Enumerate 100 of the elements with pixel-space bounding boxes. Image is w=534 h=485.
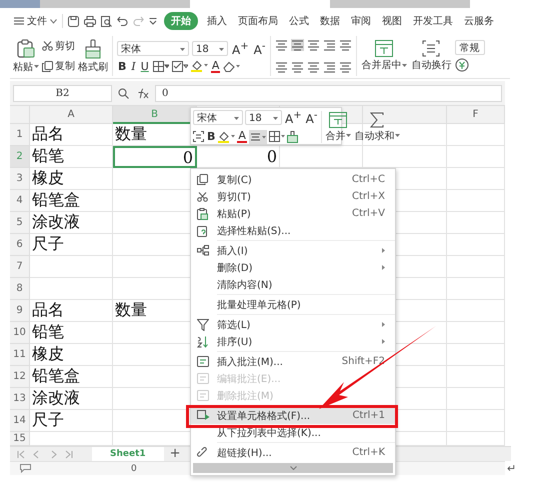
print-preview-icon[interactable]	[101, 16, 112, 26]
formula-input[interactable]: 0	[155, 84, 502, 102]
table-cell[interactable]: 铅笔	[30, 322, 113, 344]
table-cell[interactable]	[447, 234, 505, 256]
table-cell[interactable]	[447, 410, 505, 432]
align-icon[interactable]	[323, 61, 336, 73]
menu-item[interactable]: 插入(I)	[191, 242, 395, 259]
row-header[interactable]: 13	[10, 388, 30, 410]
table-cell[interactable]: 橡皮	[30, 344, 113, 366]
ribbon-tab[interactable]: 视图	[380, 12, 404, 30]
add-sheet-button[interactable]: +	[170, 448, 181, 460]
font-name-field[interactable]: 宋体	[193, 110, 243, 125]
row-header[interactable]: 7	[10, 256, 30, 278]
font-size-field[interactable]: 18	[245, 110, 282, 125]
menu-item[interactable]: 复制(C) Ctrl+C	[191, 171, 395, 188]
table-cell[interactable]	[30, 256, 113, 278]
row-header[interactable]: 8	[10, 278, 30, 300]
bold-button[interactable]: B	[117, 60, 128, 72]
menu-item[interactable]: 排序(U)	[191, 333, 395, 350]
table-cell[interactable]: 铅笔盒	[30, 190, 113, 212]
menu-item[interactable]: 从下拉列表中选择(K)...	[191, 424, 395, 441]
row-header[interactable]: 4	[10, 190, 30, 212]
bold-button[interactable]: B	[206, 130, 216, 143]
cut-button[interactable]: 剪切	[42, 39, 75, 53]
format-painter-button[interactable]: 格式刷	[78, 38, 108, 74]
autosum-button[interactable]: 自动求和	[354, 112, 400, 142]
table-cell[interactable]	[447, 344, 505, 366]
row-header[interactable]: 15	[10, 432, 30, 446]
menu-item[interactable]: 删除(D)	[191, 259, 395, 276]
increase-font-button[interactable]: A$^{+}$	[231, 40, 250, 56]
row-header[interactable]: 1	[10, 124, 30, 146]
table-cell[interactable]	[447, 212, 505, 234]
table-cell[interactable]	[447, 256, 505, 278]
sheet-tab[interactable]: Sheet1	[92, 447, 164, 461]
fit-icon[interactable]	[193, 131, 204, 142]
align-icon[interactable]	[339, 39, 352, 51]
save-icon[interactable]	[68, 16, 79, 26]
column-header[interactable]: A	[30, 106, 113, 124]
table-cell[interactable]	[30, 278, 113, 300]
align-center-icon[interactable]	[248, 130, 267, 144]
fill-color-icon[interactable]	[218, 130, 236, 142]
menu-item[interactable]: 设置单元格格式(F)... Ctrl+1	[191, 407, 395, 424]
zoom-icon[interactable]	[118, 88, 129, 98]
table-cell[interactable]: 涂改液	[30, 212, 113, 234]
paste-button[interactable]: 粘贴	[13, 38, 39, 74]
table-cell[interactable]: 品名	[30, 124, 113, 146]
cell-name-box[interactable]: B2	[13, 84, 112, 102]
row-header[interactable]: 3	[10, 168, 30, 190]
borders-icon[interactable]	[152, 60, 169, 72]
table-cell[interactable]	[447, 300, 505, 322]
increase-font-button[interactable]: A$^{+}$	[284, 109, 303, 126]
menu-item[interactable]: 插入批注(M)... Shift+F2	[191, 353, 395, 370]
ribbon-tab[interactable]: 数据	[318, 12, 342, 30]
undo-icon[interactable]	[117, 16, 128, 26]
comment-icon[interactable]	[20, 464, 31, 473]
font-color-button[interactable]: A	[237, 130, 247, 143]
font-color-button[interactable]: A	[210, 60, 220, 72]
wrap-text-button[interactable]: 自动换行	[411, 40, 452, 72]
table-cell[interactable]: 铅笔	[30, 146, 113, 168]
row-header[interactable]: 12	[10, 366, 30, 388]
table-cell[interactable]	[447, 278, 505, 300]
table-cell[interactable]: 0	[113, 146, 197, 168]
align-icon[interactable]	[275, 39, 288, 51]
table-cell[interactable]: 尺子	[30, 234, 113, 256]
row-header[interactable]: 10	[10, 322, 30, 344]
format-painter-icon[interactable]	[286, 130, 298, 142]
decrease-font-button[interactable]: A$^{-}$	[252, 40, 266, 56]
ribbon-tab[interactable]: 页面布局	[236, 12, 280, 30]
menu-item[interactable]: 清除内容(N)	[191, 276, 395, 293]
font-size-field[interactable]: 18	[192, 40, 228, 56]
column-header[interactable]: F	[447, 106, 505, 124]
ribbon-tab[interactable]: 开发工具	[411, 12, 455, 30]
menu-item[interactable]: 剪切(T) Ctrl+X	[191, 188, 395, 205]
table-cell[interactable]	[447, 124, 505, 146]
menu-item[interactable]: 粘贴(P) Ctrl+V	[191, 205, 395, 222]
table-cell[interactable]	[447, 322, 505, 344]
ribbon-tab[interactable]: 云服务	[462, 12, 496, 30]
align-icon[interactable]	[291, 39, 304, 51]
dropdown-icon[interactable]	[149, 18, 157, 24]
table-cell[interactable]: 橡皮	[30, 168, 113, 190]
row-header[interactable]: 9	[10, 300, 30, 322]
table-cell[interactable]: 尺子	[30, 410, 113, 432]
print-icon[interactable]	[84, 16, 96, 26]
table-cell[interactable]	[447, 146, 505, 168]
merge-center-button[interactable]: 合并居中	[361, 40, 408, 72]
font-name-field[interactable]: 宋体	[117, 40, 189, 56]
menu-item[interactable]: 选择性粘贴(S)...	[191, 222, 395, 239]
file-menu-button[interactable]: 文件	[14, 14, 63, 28]
cell-style-icon[interactable]	[172, 60, 188, 72]
ribbon-tab[interactable]: 插入	[205, 12, 229, 30]
table-cell[interactable]	[363, 124, 447, 146]
eraser-icon[interactable]	[223, 60, 240, 72]
align-icon[interactable]	[339, 61, 352, 73]
table-cell[interactable]: 铅笔盒	[30, 366, 113, 388]
ribbon-tab[interactable]: 公式	[287, 12, 311, 30]
table-cell[interactable]: 品名	[30, 300, 113, 322]
align-icon[interactable]	[323, 39, 336, 51]
row-header[interactable]: 11	[10, 344, 30, 366]
table-cell[interactable]	[447, 190, 505, 212]
align-icon[interactable]	[291, 61, 304, 73]
